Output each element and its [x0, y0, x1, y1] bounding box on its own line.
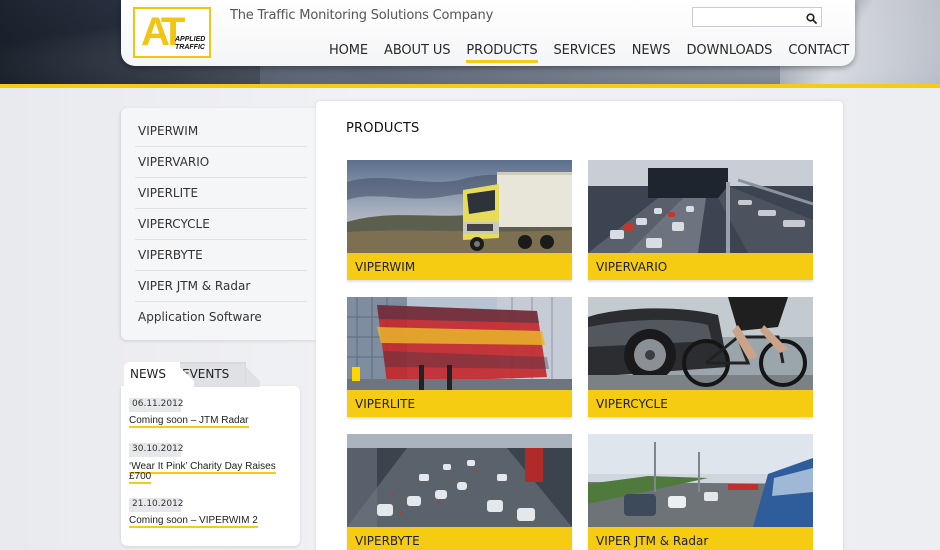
nav-news[interactable]: NEWS	[624, 36, 679, 64]
product-card-label: VIPER JTM & Radar	[588, 527, 813, 550]
news-link[interactable]: ‘Wear It Pink’ Charity Day Raises £700	[129, 461, 294, 484]
nav-services[interactable]: SERVICES	[546, 36, 624, 64]
sidebar-item-viperbyte[interactable]: VIPERBYTE	[135, 240, 307, 271]
product-card-viperwim[interactable]: VIPERWIM	[347, 160, 572, 280]
site-tagline: The Traffic Monitoring Solutions Company	[230, 8, 494, 23]
sidebar-item-vipervario[interactable]: VIPERVARIO	[135, 147, 307, 178]
main-nav: HOME ABOUT US PRODUCTS SERVICES NEWS DOW…	[321, 36, 857, 64]
search-icon	[805, 13, 817, 24]
product-image-road	[588, 434, 813, 527]
news-panel: 06.11.2012 Coming soon – JTM Radar 30.10…	[121, 386, 300, 546]
news-link[interactable]: Coming soon – JTM Radar	[129, 415, 294, 428]
logo-mark: AT	[141, 10, 185, 54]
product-image-truck	[347, 160, 572, 253]
nav-contact[interactable]: CONTACT	[780, 36, 857, 64]
header-accent-stripe	[0, 84, 940, 88]
nav-downloads[interactable]: DOWNLOADS	[678, 36, 780, 64]
sidebar-item-viperwim[interactable]: VIPERWIM	[135, 116, 307, 147]
product-card-vipervario[interactable]: VIPERVARIO	[588, 160, 813, 280]
news-date: 06.11.2012	[129, 398, 184, 412]
product-card-label: VIPERBYTE	[347, 527, 572, 550]
sidebar-item-viper-jtm-radar[interactable]: VIPER JTM & Radar	[135, 271, 307, 302]
search-box	[692, 7, 822, 27]
page-title: PRODUCTS	[346, 121, 420, 136]
sidebar-item-viperlite[interactable]: VIPERLITE	[135, 178, 307, 209]
nav-home[interactable]: HOME	[321, 36, 376, 64]
site-logo[interactable]: AT APPLIED TRAFFIC	[133, 7, 211, 58]
product-card-label: VIPERCYCLE	[588, 390, 813, 417]
logo-words: APPLIED TRAFFIC	[175, 36, 206, 51]
product-card-viper-jtm-radar[interactable]: VIPER JTM & Radar	[588, 434, 813, 550]
product-card-label: VIPERWIM	[347, 253, 572, 280]
product-image-highway	[588, 160, 813, 253]
product-sidebar: VIPERWIM VIPERVARIO VIPERLITE VIPERCYCLE…	[121, 108, 318, 340]
product-card-label: VIPERVARIO	[588, 253, 813, 280]
news-link[interactable]: Coming soon – VIPERWIM 2	[129, 515, 294, 528]
product-card-label: VIPERLITE	[347, 390, 572, 417]
search-input[interactable]	[693, 8, 801, 26]
tab-news[interactable]: NEWS	[124, 362, 194, 387]
product-image-cyclist	[588, 297, 813, 390]
sidebar-item-application-software[interactable]: Application Software	[135, 302, 307, 333]
product-card-viperlite[interactable]: VIPERLITE	[347, 297, 572, 417]
product-card-viperbyte[interactable]: VIPERBYTE	[347, 434, 572, 550]
news-date: 21.10.2012	[129, 498, 184, 512]
news-tabs: EVENTS NEWS	[121, 362, 321, 387]
search-button[interactable]	[801, 8, 821, 26]
sidebar-item-vipercycle[interactable]: VIPERCYCLE	[135, 209, 307, 240]
nav-products[interactable]: PRODUCTS	[458, 36, 545, 64]
product-card-vipercycle[interactable]: VIPERCYCLE	[588, 297, 813, 417]
product-image-bus	[347, 297, 572, 390]
product-image-traffic-jam	[347, 434, 572, 527]
news-date: 30.10.2012	[129, 443, 184, 457]
nav-about-us[interactable]: ABOUT US	[376, 36, 458, 64]
